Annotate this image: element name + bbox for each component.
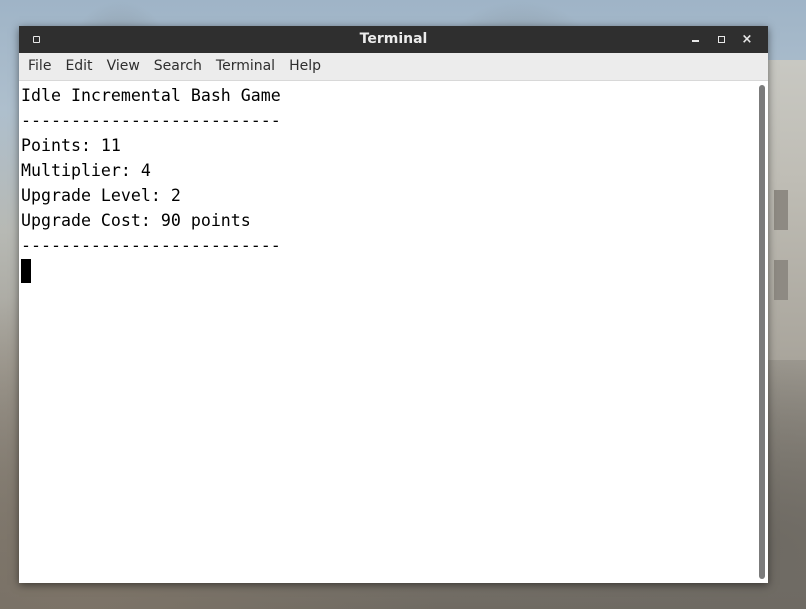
- separator-line: --------------------------: [21, 236, 281, 255]
- maximize-icon: [717, 36, 725, 43]
- upgrade-cost-line: Upgrade Cost: 90 points: [21, 211, 251, 230]
- scrollbar-thumb[interactable]: [759, 85, 765, 579]
- menu-search[interactable]: Search: [148, 53, 210, 80]
- menu-file[interactable]: File: [22, 53, 59, 80]
- game-title-line: Idle Incremental Bash Game: [21, 86, 281, 105]
- menu-terminal[interactable]: Terminal: [210, 53, 283, 80]
- desktop-wallpaper-building: [766, 60, 806, 360]
- minimize-button[interactable]: [682, 26, 708, 53]
- window-controls: ×: [682, 26, 760, 53]
- close-button[interactable]: ×: [734, 26, 760, 53]
- prompt-line: [21, 258, 756, 283]
- vertical-scrollbar[interactable]: [756, 81, 768, 583]
- separator-line: --------------------------: [21, 111, 281, 130]
- menu-edit[interactable]: Edit: [59, 53, 100, 80]
- terminal-output[interactable]: Idle Incremental Bash Game -------------…: [19, 81, 756, 583]
- minimize-icon: [691, 39, 699, 42]
- multiplier-line: Multiplier: 4: [21, 161, 151, 180]
- menubar: File Edit View Search Terminal Help: [19, 53, 768, 81]
- window-title: Terminal: [359, 31, 428, 47]
- close-icon: ×: [741, 32, 753, 47]
- points-line: Points: 11: [21, 136, 121, 155]
- terminal-window: Terminal × File Edit View Search Termina…: [19, 26, 768, 583]
- menu-help[interactable]: Help: [283, 53, 329, 80]
- maximize-button[interactable]: [708, 26, 734, 53]
- text-cursor: [21, 259, 31, 283]
- window-titlebar[interactable]: Terminal ×: [19, 26, 768, 53]
- menu-view[interactable]: View: [101, 53, 148, 80]
- upgrade-level-line: Upgrade Level: 2: [21, 186, 181, 205]
